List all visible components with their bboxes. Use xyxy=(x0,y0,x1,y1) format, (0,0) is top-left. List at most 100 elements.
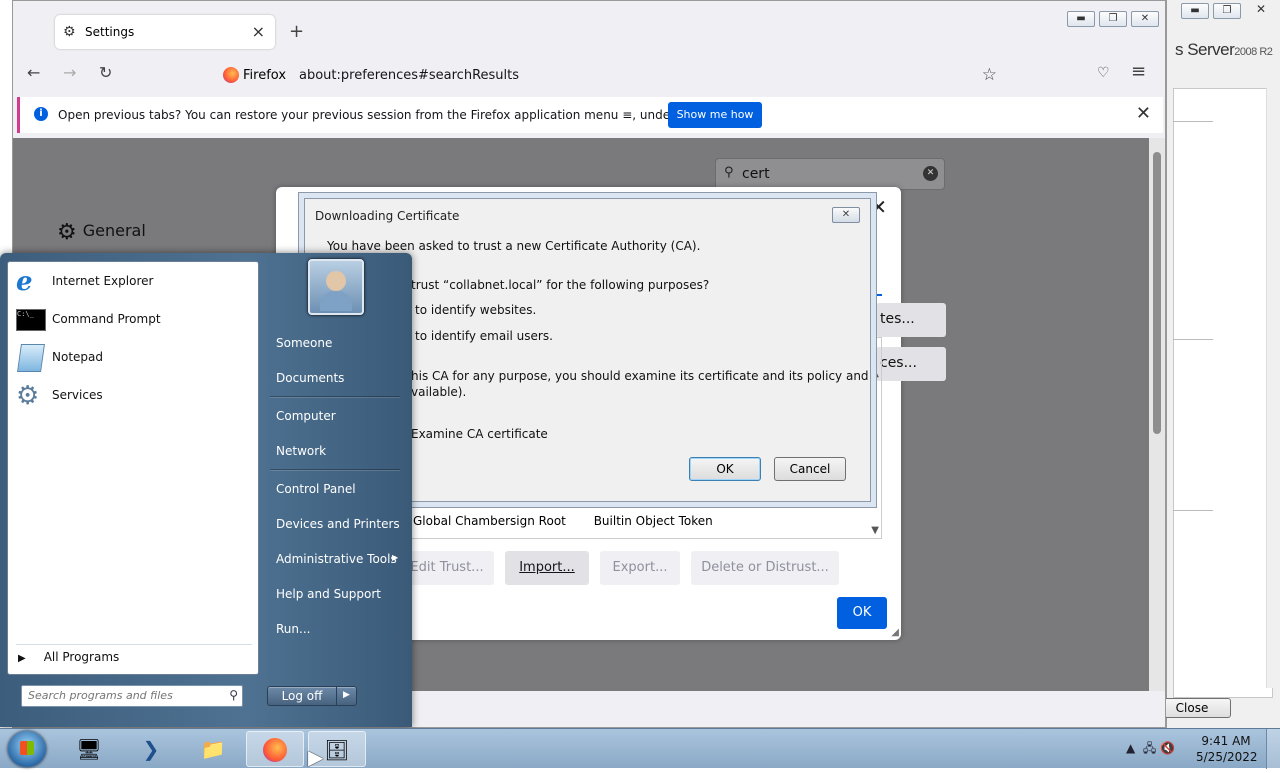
trust-websites-checkbox[interactable]: to identify websites. xyxy=(415,303,536,317)
tray-icons[interactable]: ▲ 🖧 🔇 xyxy=(1126,739,1175,760)
background-server-window: ▬ ❐ ✕ s Server2008 R2 Close xyxy=(1153,0,1280,728)
mouse-cursor-icon: ▶ xyxy=(308,745,324,769)
minimize-icon[interactable]: ▬ xyxy=(1067,11,1095,27)
pocket-icon[interactable]: ♡ xyxy=(1097,65,1110,81)
file-explorer-icon[interactable]: 📁 xyxy=(184,731,242,767)
tab-title: Settings xyxy=(85,25,135,39)
arrow-right-icon: ▶ xyxy=(392,553,399,562)
forward-icon[interactable]: → xyxy=(63,63,76,82)
table-row[interactable]: Global Chambersign Root Builtin Object T… xyxy=(413,514,737,528)
close-icon[interactable]: ✕ xyxy=(832,207,860,223)
back-icon[interactable]: ← xyxy=(27,63,40,82)
menu-item-run[interactable]: Run... xyxy=(276,622,310,636)
divider xyxy=(270,469,400,471)
menu-item-devices-printers[interactable]: Devices and Printers xyxy=(276,517,400,531)
menu-item-help-support[interactable]: Help and Support xyxy=(276,587,381,601)
cancel-button[interactable]: Cancel xyxy=(774,457,846,481)
export-button[interactable]: Export... xyxy=(600,551,680,585)
firefox-icon[interactable] xyxy=(246,731,304,767)
server-content-panel xyxy=(1173,88,1273,698)
ok-button[interactable]: OK xyxy=(689,457,761,481)
start-search-input[interactable]: ⚲ xyxy=(21,685,243,707)
program-notepad[interactable]: Notepad xyxy=(14,342,254,374)
programs-pane: e Internet Explorer C:\_ Command Prompt … xyxy=(7,261,259,675)
internet-explorer-icon: e xyxy=(16,267,33,297)
search-field[interactable] xyxy=(28,689,218,702)
menu-item-control-panel[interactable]: Control Panel xyxy=(276,482,356,496)
server-brand: s Server2008 R2 xyxy=(1175,40,1273,59)
scroll-up-icon[interactable]: ▲ xyxy=(871,368,879,379)
gear-icon: ⚙ xyxy=(57,220,77,245)
maximize-icon[interactable]: ❐ xyxy=(1213,3,1241,19)
clock[interactable]: 9:41 AM 5/25/2022 xyxy=(1196,733,1258,765)
clear-search-icon[interactable]: ✕ xyxy=(923,166,938,181)
maximize-icon[interactable]: ❐ xyxy=(1099,11,1127,27)
program-services[interactable]: ⚙ Services xyxy=(14,380,254,412)
reload-icon[interactable]: ↻ xyxy=(99,63,112,82)
import-button[interactable]: Import... xyxy=(505,551,589,585)
command-prompt-icon: C:\_ xyxy=(16,309,46,331)
shutdown-options-icon[interactable]: ▶ xyxy=(336,686,356,706)
program-command-prompt[interactable]: C:\_ Command Prompt xyxy=(14,304,254,336)
windows-logo-icon xyxy=(20,741,34,755)
advice-text-2: vailable). xyxy=(411,385,467,399)
sidebar-item-general[interactable]: ⚙ General xyxy=(57,220,146,245)
start-menu: e Internet Explorer C:\_ Command Prompt … xyxy=(0,253,412,727)
close-icon[interactable]: ✕ xyxy=(1247,3,1275,19)
resize-grip-icon[interactable]: ◢ xyxy=(891,627,899,638)
taskbar: 🖥 ❯ 📁 🗄 ▲ 🖧 🔇 9:41 AM 5/25/2022 xyxy=(0,728,1280,769)
info-icon: i xyxy=(34,107,48,121)
advice-text: his CA for any purpose, you should exami… xyxy=(411,369,869,383)
program-internet-explorer[interactable]: e Internet Explorer xyxy=(14,266,254,298)
search-icon: ⚲ xyxy=(229,688,238,702)
scroll-thumb[interactable] xyxy=(1153,152,1161,434)
all-programs-button[interactable]: ▶ All Programs xyxy=(18,650,119,664)
notification-message: Open previous tabs? You can restore your… xyxy=(58,108,724,122)
tab-settings[interactable]: ⚙ Settings × xyxy=(55,15,275,49)
start-button[interactable] xyxy=(8,731,46,767)
url-text[interactable]: about:preferences#searchResults xyxy=(299,68,519,83)
show-me-how-button[interactable]: Show me how xyxy=(668,102,762,128)
close-notification-icon[interactable]: ✕ xyxy=(1136,103,1151,124)
services-icon: ⚙ xyxy=(16,381,40,411)
scroll-down-icon[interactable]: ▼ xyxy=(871,525,879,536)
divider xyxy=(270,396,400,398)
arrow-right-icon: ▶ xyxy=(18,653,26,664)
edit-trust-button[interactable]: Edit Trust... xyxy=(400,551,494,585)
menu-item-administrative-tools[interactable]: Administrative Tools ▶ xyxy=(276,552,399,566)
hamburger-menu-icon[interactable]: ≡ xyxy=(1131,61,1146,82)
tab-strip: ⚙ Settings × + ▬ ❐ ✕ xyxy=(13,1,1165,53)
divider xyxy=(1173,510,1213,511)
side-button-1[interactable]: tes... xyxy=(876,303,946,337)
show-desktop-button[interactable] xyxy=(1266,729,1280,769)
trust-email-checkbox[interactable]: to identify email users. xyxy=(415,329,553,343)
url-bar[interactable]: Firefox about:preferences#searchResults … xyxy=(213,61,1001,91)
new-tab-icon[interactable]: + xyxy=(289,21,304,42)
gear-icon: ⚙ xyxy=(63,24,76,40)
menu-item-computer[interactable]: Computer xyxy=(276,409,336,423)
delete-distrust-button[interactable]: Delete or Distrust... xyxy=(691,551,839,585)
server-manager-icon[interactable]: 🖥 xyxy=(60,731,118,767)
preferences-search-input[interactable]: ⚲ cert ✕ xyxy=(715,158,945,190)
menu-item-someone[interactable]: Someone xyxy=(276,336,332,350)
close-icon[interactable]: ✕ xyxy=(1131,11,1159,27)
powershell-icon[interactable]: ❯ xyxy=(122,731,180,767)
close-tab-icon[interactable]: × xyxy=(252,22,265,41)
cert-token: Builtin Object Token xyxy=(593,514,713,528)
side-button-2[interactable]: ces... xyxy=(876,347,946,381)
examine-certificate-button[interactable]: Examine CA certificate xyxy=(411,427,548,441)
content-scrollbar[interactable] xyxy=(1149,138,1165,691)
cert-name: Global Chambersign Root xyxy=(413,514,566,528)
divider xyxy=(1173,121,1213,122)
search-value[interactable]: cert xyxy=(742,166,770,182)
minimize-icon[interactable]: ▬ xyxy=(1181,3,1209,19)
close-icon[interactable]: ✕ xyxy=(870,195,887,219)
server-scrollbar[interactable] xyxy=(1266,88,1280,688)
divider xyxy=(1173,339,1213,340)
bookmark-star-icon[interactable]: ☆ xyxy=(982,65,997,85)
ok-button[interactable]: OK xyxy=(837,597,887,629)
intro-text: You have been asked to trust a new Certi… xyxy=(327,239,701,253)
menu-item-network[interactable]: Network xyxy=(276,444,326,458)
menu-item-documents[interactable]: Documents xyxy=(276,371,344,385)
nav-bar: ← → ↻ Firefox about:preferences#searchRe… xyxy=(13,57,1165,93)
